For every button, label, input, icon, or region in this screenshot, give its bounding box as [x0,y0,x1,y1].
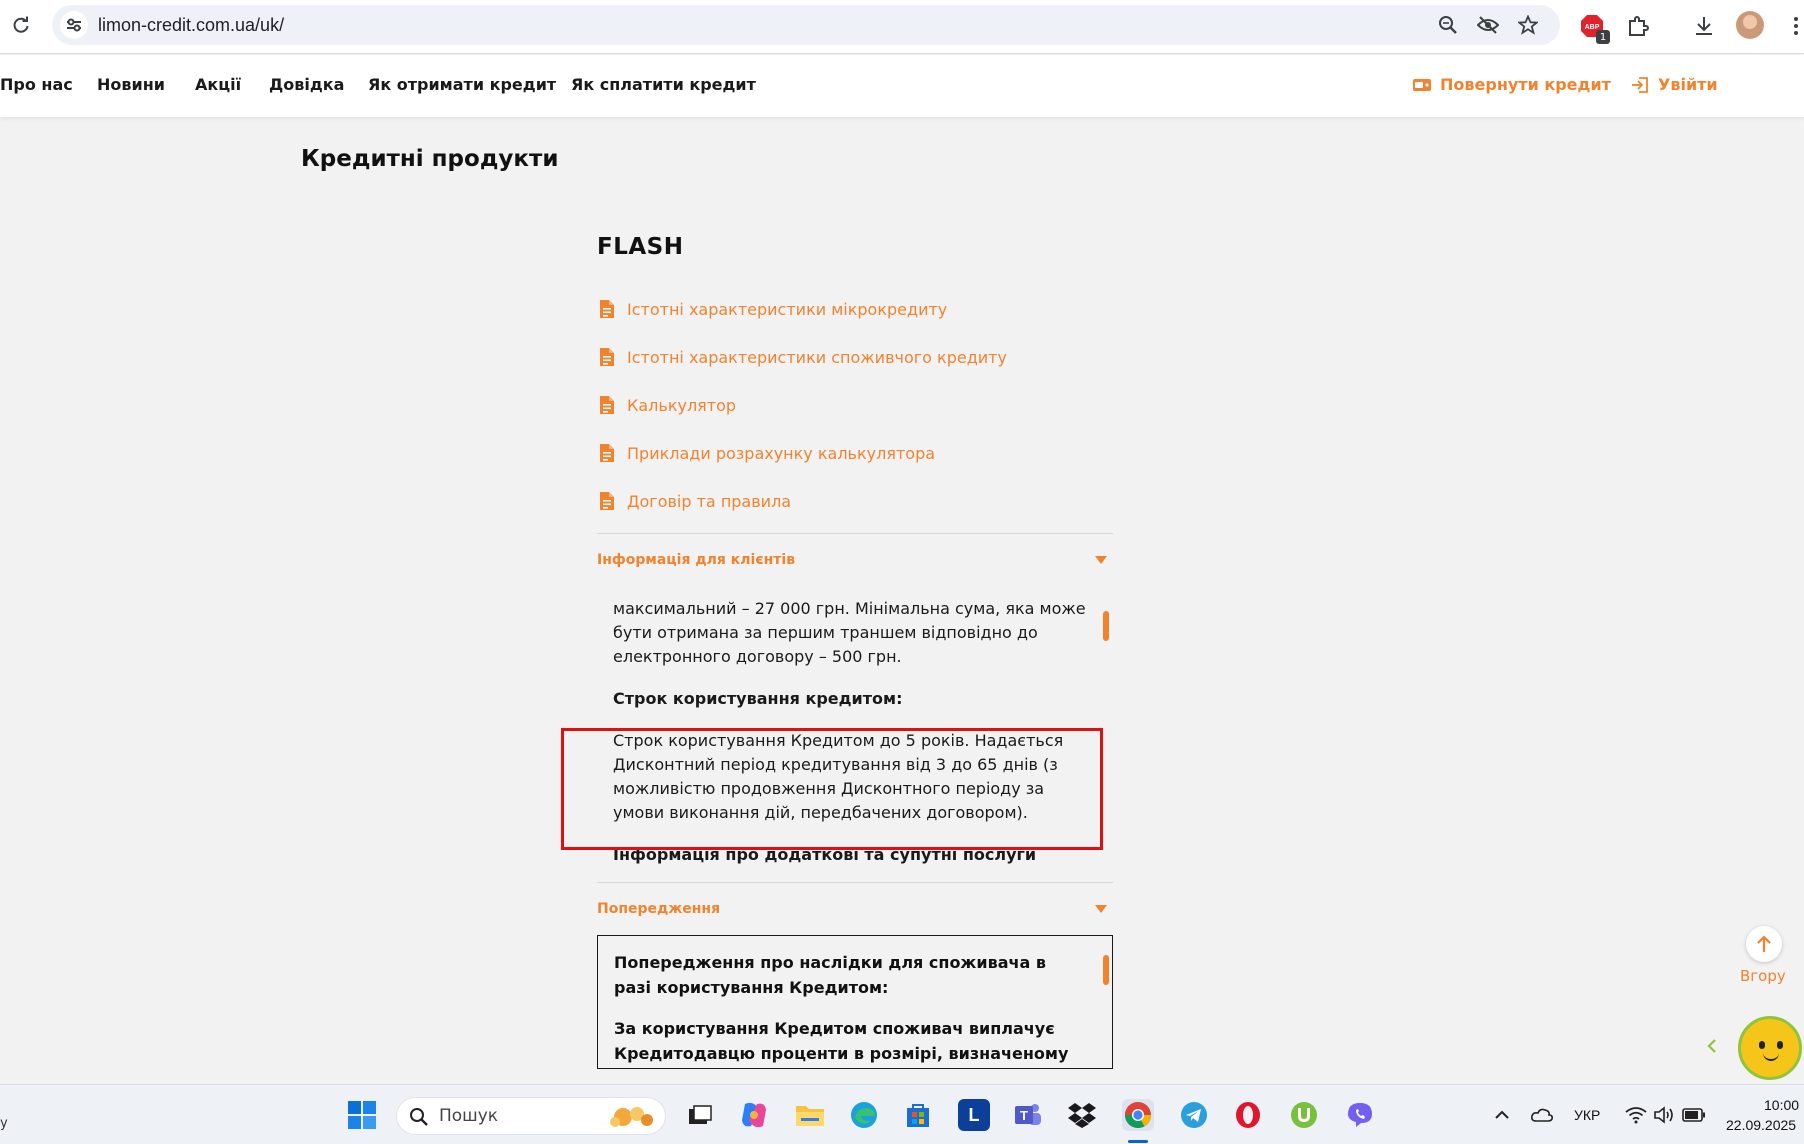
login-button[interactable]: Увійти [1630,55,1718,115]
doc-link-label: Калькулятор [627,395,737,415]
accordion-client-info[interactable]: Інформація для клієнтів [597,545,1113,575]
site-settings-icon[interactable] [60,11,88,39]
lingvo-app-icon[interactable]: L [958,1099,990,1131]
active-app-indicator [1128,1140,1148,1143]
term-heading: Строк користування кредитом: [613,689,903,708]
mascot-eye [1759,1041,1765,1049]
repay-credit-label: Повернути кредит [1440,75,1611,94]
doc-link-label: Приклади розрахунку калькулятора [627,443,936,463]
microsoft-store-icon[interactable] [902,1099,934,1131]
nav-pay-credit[interactable]: Як сплатити кредит [571,55,756,115]
mascot-mouth [1763,1053,1779,1061]
wallet-icon [1413,79,1431,91]
doc-link-calculator-examples[interactable]: Приклади розрахунку калькулятора [597,438,935,468]
nav-get-credit[interactable]: Як отримати кредит [368,55,556,115]
caret-down-icon [1095,556,1107,564]
browser-toolbar: limon-credit.com.ua/uk/ ABP 1 [0,0,1804,54]
search-highlight-icon [610,1107,653,1127]
scroll-to-top-button[interactable] [1746,926,1782,962]
mascot-eye [1777,1041,1783,1049]
doc-link-label: Договір та правила [627,491,792,511]
taskbar-search-box[interactable]: Пошук [396,1097,666,1135]
document-icon [597,394,617,416]
browser-menu-icon[interactable] [1782,12,1804,40]
utorrent-icon[interactable] [1288,1099,1320,1131]
edge-fragment-text: у [0,1116,8,1131]
accordion-title: Попередження [597,901,721,917]
zoom-icon[interactable] [1436,13,1460,37]
divider [597,882,1113,883]
eye-hidden-icon[interactable] [1476,13,1500,37]
clock-time[interactable]: 10:00 [1764,1097,1799,1113]
document-icon [597,346,617,368]
warning-text: За користування Кредитом споживач виплач… [614,1019,1069,1063]
login-label: Увійти [1658,75,1718,94]
warning-heading: Попередження про наслідки для споживача … [614,953,1046,997]
doc-link-label: Істотні характеристики споживчого кредит… [627,347,1007,367]
svg-text:T: T [1020,1108,1028,1123]
credit-amount-text: Мінімальний розмір кредиту становить 1 0… [613,599,1086,666]
page-title: Кредитні продукти [301,146,559,172]
opera-icon[interactable] [1232,1099,1264,1131]
chat-mascot-button[interactable] [1738,1016,1802,1080]
url-text[interactable]: limon-credit.com.ua/uk/ [98,5,284,45]
viber-icon[interactable] [1344,1099,1376,1131]
warning-content: Попередження про наслідки для споживача … [614,950,1084,1068]
windows-start-icon[interactable] [346,1099,378,1131]
doc-link-microcredit[interactable]: Істотні характеристики мікрокредиту [597,294,947,324]
download-icon[interactable] [1690,12,1718,40]
nav-help[interactable]: Довідка [269,55,344,115]
profile-avatar[interactable] [1736,11,1764,39]
windows-taskbar: Пошук L T УКР 10:00 22.09.2025 [0,1084,1804,1144]
accordion-warning[interactable]: Попередження [597,894,1113,924]
scroll-to-top-label[interactable]: Вгору [1740,967,1786,985]
highlight-annotation [561,728,1103,850]
reload-icon[interactable] [8,12,34,38]
adblock-extension-icon[interactable]: ABP 1 [1578,12,1610,44]
caret-down-icon [1095,905,1107,913]
bookmark-star-icon[interactable] [1516,13,1540,37]
task-view-icon[interactable] [684,1099,716,1131]
doc-link-consumer-credit[interactable]: Істотні характеристики споживчого кредит… [597,342,1007,372]
document-icon [597,298,617,320]
chevron-up-icon[interactable] [1486,1099,1518,1131]
edge-browser-icon[interactable] [848,1099,880,1131]
teams-icon[interactable]: T [1012,1099,1044,1131]
volume-icon[interactable] [1648,1099,1680,1131]
battery-icon[interactable] [1678,1099,1710,1131]
chevron-left-icon[interactable] [1702,1036,1722,1056]
divider [597,533,1113,534]
nav-news[interactable]: Новини [97,55,165,115]
onedrive-cloud-icon[interactable] [1526,1099,1558,1131]
doc-link-contract-rules[interactable]: Договір та правила [597,486,791,516]
clock-date[interactable]: 22.09.2025 [1726,1117,1796,1133]
doc-link-label: Істотні характеристики мікрокредиту [627,299,948,319]
product-title: FLASH [597,234,684,260]
telegram-icon[interactable] [1178,1099,1210,1131]
document-icon [597,442,617,464]
keyboard-language[interactable]: УКР [1574,1107,1600,1123]
search-icon [410,1108,428,1126]
extension-badge: 1 [1596,30,1610,44]
login-icon [1632,77,1648,93]
accordion-title: Інформація для клієнтів [597,552,796,568]
address-bar[interactable]: limon-credit.com.ua/uk/ [52,5,1560,45]
site-header: Про нас Новини Акції Довідка Як отримати… [0,55,1804,117]
nav-promotions[interactable]: Акції [195,55,241,115]
arrow-up-icon [1757,935,1771,952]
document-icon [597,490,617,512]
copilot-icon[interactable] [738,1099,770,1131]
warning-scroll-pane[interactable]: Попередження про наслідки для споживача … [597,935,1113,1069]
file-explorer-icon[interactable] [794,1099,826,1131]
doc-link-calculator[interactable]: Калькулятор [597,390,736,420]
extensions-puzzle-icon[interactable] [1624,12,1652,40]
warning-scrollbar[interactable] [1103,955,1109,985]
repay-credit-button[interactable]: Повернути кредит [1412,55,1611,115]
chrome-icon[interactable] [1122,1099,1154,1131]
client-info-scrollbar[interactable] [1103,611,1109,641]
nav-about[interactable]: Про нас [0,55,73,115]
taskbar-search-placeholder: Пошук [439,1106,499,1126]
dropbox-icon[interactable] [1066,1099,1098,1131]
